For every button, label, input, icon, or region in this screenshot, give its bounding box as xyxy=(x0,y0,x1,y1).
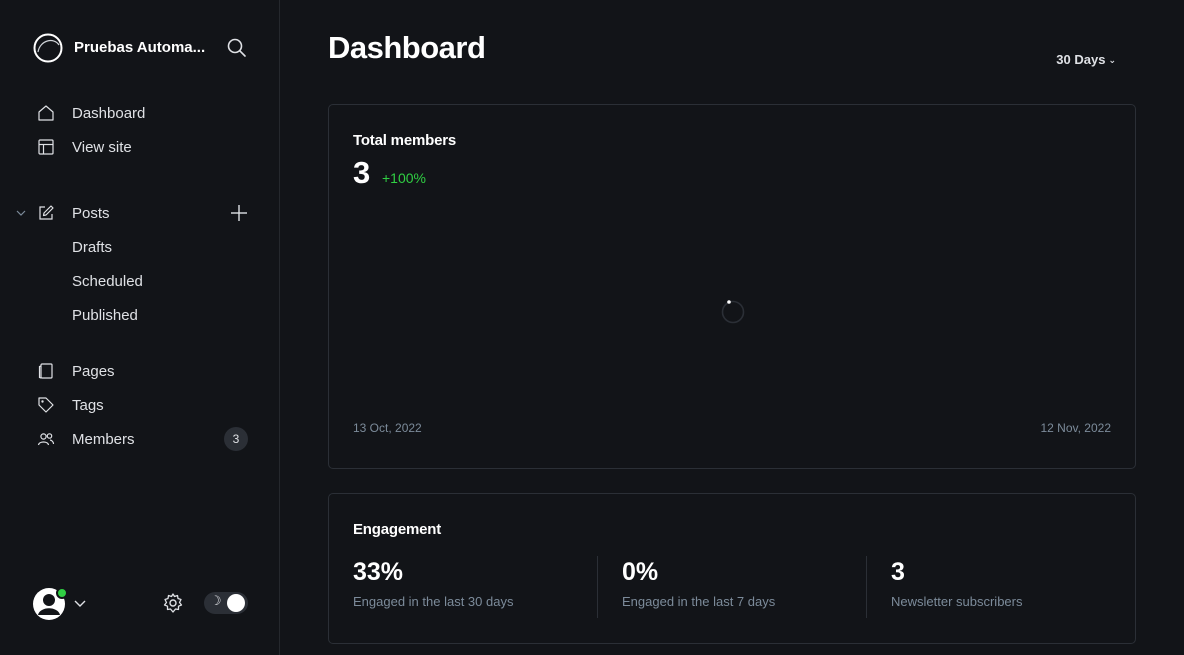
nav-tags[interactable]: Tags xyxy=(24,390,256,420)
date-range-select[interactable]: 30 Days ⌄ xyxy=(1056,52,1116,67)
nav-tags-label: Tags xyxy=(72,397,104,414)
engagement-stat-7d: 0% Engaged in the last 7 days xyxy=(622,558,867,620)
card-title: Engagement xyxy=(353,521,442,538)
loading-spinner-icon xyxy=(721,300,745,324)
gear-icon[interactable] xyxy=(162,592,184,614)
nav-scheduled-label: Scheduled xyxy=(72,273,143,290)
nav-posts[interactable]: Posts xyxy=(24,198,256,228)
main-content: Dashboard 30 Days ⌄ Total members 3 +100%… xyxy=(280,0,1184,655)
page-icon xyxy=(38,363,53,379)
date-range-label: 30 Days xyxy=(1056,52,1106,67)
stat-value: 0% xyxy=(622,558,659,586)
nav-members-label: Members xyxy=(72,431,135,448)
nav-pages-label: Pages xyxy=(72,363,115,380)
stat-label: Engaged in the last 7 days xyxy=(622,594,776,609)
nav-published[interactable]: Published xyxy=(24,300,256,330)
members-count-badge: 3 xyxy=(224,427,248,451)
moon-icon: ☽ xyxy=(210,594,222,609)
stat-value: 33% xyxy=(353,558,404,586)
chevron-down-icon: ⌄ xyxy=(1108,55,1116,65)
card-title: Total members xyxy=(353,132,456,149)
engagement-stat-30d: 33% Engaged in the last 30 days xyxy=(353,558,598,620)
tag-icon xyxy=(38,397,54,413)
total-members-value: 3 xyxy=(353,155,371,190)
nav-members[interactable]: Members 3 xyxy=(24,424,256,454)
nav-pages[interactable]: Pages xyxy=(24,356,256,386)
online-status-dot xyxy=(56,587,68,599)
theme-toggle[interactable]: ☽ xyxy=(204,592,248,614)
brand: Pruebas Automa... xyxy=(32,32,252,64)
nav-view-site[interactable]: View site xyxy=(24,132,256,162)
stat-value: 3 xyxy=(891,558,905,586)
layout-icon xyxy=(38,139,54,155)
sidebar: Pruebas Automa... Dashboard View site Po… xyxy=(0,0,280,655)
total-members-card: Total members 3 +100% 13 Oct, 2022 12 No… xyxy=(328,104,1136,469)
chevron-down-icon[interactable] xyxy=(73,596,87,610)
nav-posts-label: Posts xyxy=(72,205,110,222)
site-logo-icon[interactable] xyxy=(32,32,64,64)
stat-label: Newsletter subscribers xyxy=(891,594,1023,609)
nav-view-site-label: View site xyxy=(72,139,132,156)
pencil-icon xyxy=(39,205,54,220)
members-delta: +100% xyxy=(382,170,426,186)
nav-drafts-label: Drafts xyxy=(72,239,113,256)
members-icon xyxy=(37,433,55,446)
nav-drafts[interactable]: Drafts xyxy=(24,232,256,262)
nav-published-label: Published xyxy=(72,307,138,324)
nav-scheduled[interactable]: Scheduled xyxy=(24,266,256,296)
search-icon[interactable] xyxy=(226,37,248,59)
engagement-card: Engagement 33% Engaged in the last 30 da… xyxy=(328,493,1136,644)
stat-label: Engaged in the last 30 days xyxy=(353,594,514,609)
page-title: Dashboard xyxy=(328,30,486,65)
new-post-plus-icon[interactable] xyxy=(229,203,249,223)
home-icon xyxy=(38,105,54,121)
chart-end-date: 12 Nov, 2022 xyxy=(1040,421,1112,435)
toggle-knob xyxy=(227,594,245,612)
nav-dashboard-label: Dashboard xyxy=(72,105,146,122)
chart-start-date: 13 Oct, 2022 xyxy=(353,421,422,435)
site-name[interactable]: Pruebas Automa... xyxy=(74,39,214,56)
newsletter-subscribers-stat: 3 Newsletter subscribers xyxy=(891,558,1136,620)
divider xyxy=(597,556,598,618)
nav-dashboard[interactable]: Dashboard xyxy=(24,98,256,128)
divider xyxy=(866,556,867,618)
